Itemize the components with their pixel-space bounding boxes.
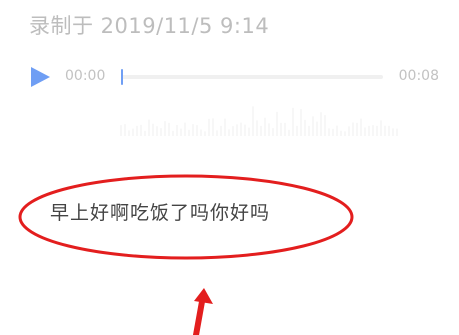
waveform-bar (356, 122, 358, 136)
waveform-bar (344, 131, 346, 136)
waveform-bar (280, 122, 282, 136)
waveform-bar (232, 126, 234, 136)
waveform-bar (324, 115, 326, 136)
waveform-bar (160, 128, 162, 136)
waveform-bar (336, 125, 338, 136)
waveform-bar (348, 126, 350, 136)
waveform-bar (256, 120, 258, 136)
waveform-bar (352, 122, 354, 136)
waveform-bar (300, 109, 302, 136)
waveform-bar (128, 130, 130, 136)
waveform-bar (184, 122, 186, 136)
waveform-bar (196, 125, 198, 136)
waveform-bar (228, 129, 230, 136)
recording-card: 录制于 2019/11/5 9:14 00:00 00:08 (0, 0, 459, 138)
annotation-arrow (193, 288, 213, 335)
waveform-bar (124, 124, 126, 136)
waveform-bar (188, 129, 190, 136)
waveform-bar (292, 107, 294, 136)
waveform-bar (252, 106, 254, 136)
waveform-bar (168, 122, 170, 136)
waveform-bar (268, 123, 270, 136)
waveform-bar (172, 130, 174, 136)
waveform-bar (240, 122, 242, 136)
recorded-time-label: 录制于 2019/11/5 9:14 (29, 14, 270, 38)
waveform-bar (224, 118, 226, 136)
waveform-bar (272, 128, 274, 136)
waveform-bar (212, 118, 214, 136)
waveform-bar (264, 117, 266, 136)
waveform-bar (136, 125, 138, 136)
progress-thumb[interactable] (121, 69, 123, 85)
waveform-bar (380, 120, 382, 136)
waveform-bar (376, 125, 378, 136)
waveform-bar (284, 122, 286, 136)
waveform-bar (316, 121, 318, 136)
waveform-bar (312, 116, 314, 136)
waveform-bar (120, 125, 122, 136)
waveform-bar (176, 125, 178, 136)
waveform-bar (220, 125, 222, 136)
transcript-text: 早上好啊吃饭了吗你好吗 (50, 202, 271, 224)
transcript-area: 早上好啊吃饭了吗你好吗 (0, 160, 459, 335)
waveform-bar (360, 118, 362, 136)
waveform-bar (152, 123, 154, 136)
waveform-bar (388, 125, 390, 136)
waveform-bar (368, 125, 370, 136)
waveform-bar (384, 125, 386, 136)
audio-player: 00:00 00:08 (29, 62, 439, 92)
waveform-bar (304, 119, 306, 136)
waveform (120, 106, 398, 136)
progress-slider[interactable] (121, 69, 383, 85)
waveform-bar (236, 124, 238, 136)
waveform-bar (392, 128, 394, 136)
waveform-bar (296, 125, 298, 136)
waveform-bar (372, 125, 374, 136)
waveform-bar (288, 129, 290, 136)
waveform-bar (260, 125, 262, 136)
waveform-bar (132, 128, 134, 136)
waveform-bar (144, 130, 146, 136)
waveform-bar (332, 128, 334, 136)
current-time: 00:00 (65, 68, 106, 84)
waveform-bar (308, 125, 310, 136)
waveform-bar (164, 121, 166, 136)
waveform-bar (140, 124, 142, 136)
waveform-bar (192, 124, 194, 136)
waveform-bar (216, 130, 218, 136)
waveform-bar (248, 127, 250, 136)
waveform-bar (340, 130, 342, 136)
waveform-bar (328, 128, 330, 136)
waveform-bar (180, 128, 182, 136)
waveform-bar (148, 119, 150, 136)
waveform-bar (156, 126, 158, 136)
waveform-bar (200, 129, 202, 136)
waveform-bar (276, 111, 278, 136)
waveform-bar (364, 127, 366, 136)
total-time: 00:08 (398, 68, 439, 84)
waveform-bar (396, 128, 398, 136)
waveform-bar (208, 118, 210, 136)
play-icon[interactable] (29, 66, 51, 88)
waveform-bar (320, 112, 322, 136)
waveform-bar (244, 124, 246, 136)
waveform-bar (204, 131, 206, 136)
